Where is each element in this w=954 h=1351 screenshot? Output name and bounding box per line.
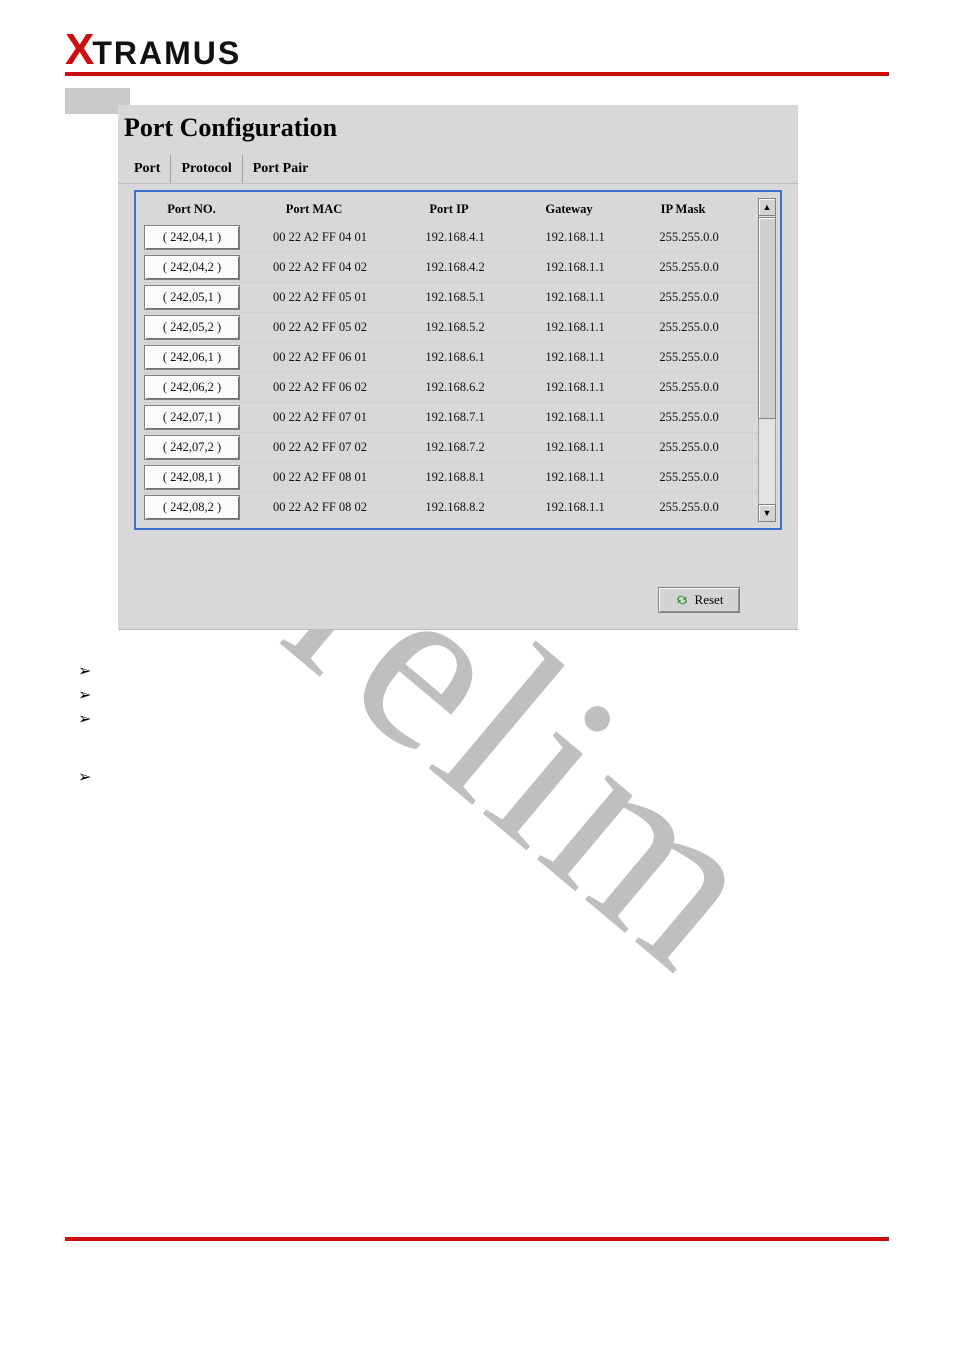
brand-rest: TRAMUS bbox=[92, 35, 241, 72]
port-no-button[interactable]: ( 242,07,2 ) bbox=[144, 435, 240, 460]
port-mac-value: 00 22 A2 FF 06 01 bbox=[245, 350, 395, 365]
brand-logo: X TRAMUS bbox=[65, 28, 889, 72]
port-ip-value: 192.168.7.2 bbox=[395, 440, 515, 455]
gateway-value: 192.168.1.1 bbox=[515, 500, 635, 515]
table-row: ( 242,05,1 ) 00 22 A2 FF 05 01192.168.5.1… bbox=[144, 282, 780, 310]
gateway-value: 192.168.1.1 bbox=[515, 410, 635, 425]
scroll-thumb[interactable] bbox=[758, 217, 776, 419]
port-ip-value: 192.168.5.2 bbox=[395, 320, 515, 335]
table-body: ( 242,04,1 ) 00 22 A2 FF 04 01192.168.4.1… bbox=[144, 225, 780, 520]
table-row: ( 242,06,2 ) 00 22 A2 FF 06 02192.168.6.2… bbox=[144, 372, 780, 400]
reset-button[interactable]: Reset bbox=[658, 587, 740, 613]
page-title: Port Configuration bbox=[118, 105, 798, 155]
tab-underline bbox=[118, 183, 798, 184]
table-row: ( 242,06,1 ) 00 22 A2 FF 06 01192.168.6.1… bbox=[144, 342, 780, 370]
th-port-ip: Port IP bbox=[389, 202, 509, 217]
port-no-button[interactable]: ( 242,06,2 ) bbox=[144, 375, 240, 400]
table-row: ( 242,05,2 ) 00 22 A2 FF 05 02192.168.5.2… bbox=[144, 312, 780, 340]
port-ip-value: 192.168.4.2 bbox=[395, 260, 515, 275]
port-no-button[interactable]: ( 242,06,1 ) bbox=[144, 345, 240, 370]
list-item bbox=[78, 766, 99, 790]
port-ip-value: 192.168.8.1 bbox=[395, 470, 515, 485]
port-no-button[interactable]: ( 242,08,2 ) bbox=[144, 495, 240, 520]
refresh-icon bbox=[675, 595, 689, 605]
ip-mask-value: 255.255.0.0 bbox=[635, 350, 743, 365]
gateway-value: 192.168.1.1 bbox=[515, 260, 635, 275]
ip-mask-value: 255.255.0.0 bbox=[635, 500, 743, 515]
port-no-button[interactable]: ( 242,07,1 ) bbox=[144, 405, 240, 430]
port-no-button[interactable]: ( 242,05,1 ) bbox=[144, 285, 240, 310]
port-ip-value: 192.168.5.1 bbox=[395, 290, 515, 305]
ip-mask-value: 255.255.0.0 bbox=[635, 290, 743, 305]
th-port-no: Port NO. bbox=[144, 202, 239, 217]
port-no-button[interactable]: ( 242,05,2 ) bbox=[144, 315, 240, 340]
gateway-value: 192.168.1.1 bbox=[515, 380, 635, 395]
gateway-value: 192.168.1.1 bbox=[515, 230, 635, 245]
gateway-value: 192.168.1.1 bbox=[515, 350, 635, 365]
notes-list bbox=[78, 660, 99, 790]
port-mac-value: 00 22 A2 FF 04 01 bbox=[245, 230, 395, 245]
port-mac-value: 00 22 A2 FF 08 01 bbox=[245, 470, 395, 485]
ip-mask-value: 255.255.0.0 bbox=[635, 230, 743, 245]
table-row: ( 242,04,1 ) 00 22 A2 FF 04 01192.168.4.1… bbox=[144, 225, 780, 250]
port-mac-value: 00 22 A2 FF 08 02 bbox=[245, 500, 395, 515]
ip-mask-value: 255.255.0.0 bbox=[635, 410, 743, 425]
tab-port[interactable]: Port bbox=[124, 155, 171, 183]
port-ip-value: 192.168.7.1 bbox=[395, 410, 515, 425]
list-item bbox=[78, 708, 99, 732]
table-row: ( 242,04,2 ) 00 22 A2 FF 04 02192.168.4.2… bbox=[144, 252, 780, 280]
th-port-mac: Port MAC bbox=[239, 202, 389, 217]
gateway-value: 192.168.1.1 bbox=[515, 320, 635, 335]
th-ip-mask: IP Mask bbox=[629, 202, 737, 217]
reset-label: Reset bbox=[695, 592, 724, 608]
tab-protocol[interactable]: Protocol bbox=[171, 155, 242, 183]
page-header: X TRAMUS bbox=[65, 28, 889, 72]
port-ip-value: 192.168.6.2 bbox=[395, 380, 515, 395]
ip-mask-value: 255.255.0.0 bbox=[635, 260, 743, 275]
table-row: ( 242,08,2 ) 00 22 A2 FF 08 02192.168.8.2… bbox=[144, 492, 780, 520]
port-table: Port NO. Port MAC Port IP Gateway IP Mas… bbox=[134, 190, 782, 530]
port-mac-value: 00 22 A2 FF 07 01 bbox=[245, 410, 395, 425]
port-ip-value: 192.168.6.1 bbox=[395, 350, 515, 365]
port-mac-value: 00 22 A2 FF 04 02 bbox=[245, 260, 395, 275]
port-no-button[interactable]: ( 242,08,1 ) bbox=[144, 465, 240, 490]
brand-x: X bbox=[65, 28, 94, 72]
scroll-up-button[interactable]: ▲ bbox=[758, 198, 776, 216]
port-mac-value: 00 22 A2 FF 05 01 bbox=[245, 290, 395, 305]
gateway-value: 192.168.1.1 bbox=[515, 290, 635, 305]
table-scrollbar[interactable]: ▲ ▼ bbox=[758, 198, 776, 522]
tab-port-pair[interactable]: Port Pair bbox=[243, 155, 319, 183]
table-row: ( 242,08,1 ) 00 22 A2 FF 08 01192.168.8.1… bbox=[144, 462, 780, 490]
bottom-divider bbox=[65, 1237, 889, 1241]
table-row: ( 242,07,1 ) 00 22 A2 FF 07 01192.168.7.1… bbox=[144, 402, 780, 430]
port-ip-value: 192.168.8.2 bbox=[395, 500, 515, 515]
port-no-button[interactable]: ( 242,04,2 ) bbox=[144, 255, 240, 280]
ip-mask-value: 255.255.0.0 bbox=[635, 470, 743, 485]
gateway-value: 192.168.1.1 bbox=[515, 440, 635, 455]
ip-mask-value: 255.255.0.0 bbox=[635, 320, 743, 335]
list-item bbox=[78, 684, 99, 708]
port-no-button[interactable]: ( 242,04,1 ) bbox=[144, 225, 240, 250]
ip-mask-value: 255.255.0.0 bbox=[635, 440, 743, 455]
table-row: ( 242,07,2 ) 00 22 A2 FF 07 02192.168.7.2… bbox=[144, 432, 780, 460]
list-item bbox=[78, 660, 99, 684]
port-mac-value: 00 22 A2 FF 07 02 bbox=[245, 440, 395, 455]
table-header-row: Port NO. Port MAC Port IP Gateway IP Mas… bbox=[144, 198, 780, 223]
port-mac-value: 00 22 A2 FF 05 02 bbox=[245, 320, 395, 335]
port-config-panel: Port Configuration Port Protocol Port Pa… bbox=[118, 105, 798, 630]
tab-strip: Port Protocol Port Pair bbox=[124, 155, 798, 183]
gateway-value: 192.168.1.1 bbox=[515, 470, 635, 485]
scroll-down-button[interactable]: ▼ bbox=[758, 504, 776, 522]
ip-mask-value: 255.255.0.0 bbox=[635, 380, 743, 395]
th-gateway: Gateway bbox=[509, 202, 629, 217]
port-mac-value: 00 22 A2 FF 06 02 bbox=[245, 380, 395, 395]
top-divider bbox=[65, 72, 889, 76]
port-ip-value: 192.168.4.1 bbox=[395, 230, 515, 245]
